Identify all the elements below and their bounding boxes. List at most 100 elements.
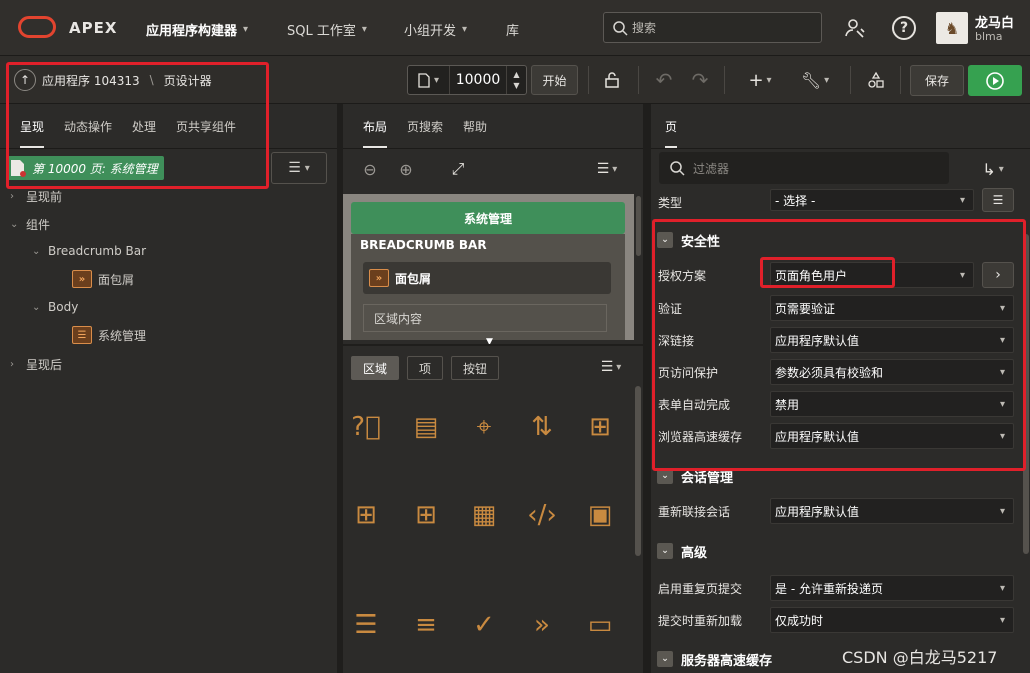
create-plus-icon[interactable]: + ▾ xyxy=(744,68,776,92)
collapse-icon: ⌄ xyxy=(657,543,673,559)
select-value: 是 - 允许重新投递页 xyxy=(775,581,883,596)
canvas-breadcrumb-label: 面包屑 xyxy=(395,271,432,286)
tab-page-properties[interactable]: 页 xyxy=(655,104,687,148)
tree-label: Breadcrumb Bar xyxy=(48,244,147,258)
list-view-icon[interactable]: ☰ xyxy=(349,608,383,642)
property-label: 类型 xyxy=(658,195,683,210)
collapse-icon: ⌄ xyxy=(657,651,673,667)
tab-help[interactable]: 帮助 xyxy=(453,104,497,148)
property-filter-input[interactable]: 过滤器 xyxy=(659,152,949,184)
menu-label: 库 xyxy=(506,24,520,39)
page-number-value[interactable]: 10000 xyxy=(450,72,506,88)
form-region-icon[interactable]: ▤ xyxy=(409,410,443,444)
tree-node-breadcrumb-bar[interactable]: ⌄ Breadcrumb Bar xyxy=(32,244,146,258)
static-content-icon[interactable]: ▣ xyxy=(583,498,617,532)
chevron-down-icon: ▾ xyxy=(999,582,1005,594)
tab-page-search[interactable]: 页搜索 xyxy=(397,104,453,148)
rendering-panel: 呈现 动态操作 处理 页共享组件 第 10000 页: 系统管理 ☰ ▾ › 呈现前… xyxy=(0,104,337,673)
sort-list-region-icon[interactable]: ⇅ xyxy=(525,410,559,444)
undo-icon[interactable]: ↶ xyxy=(652,68,676,92)
page-number-stepper[interactable]: ▲ ▼ xyxy=(506,66,526,94)
tree-label: 呈现后 xyxy=(26,358,63,372)
section-title: 高级 xyxy=(681,545,708,561)
interactive-report-icon[interactable]: ⊞ xyxy=(409,498,443,532)
canvas-region-content[interactable]: 区域内容 xyxy=(363,304,607,332)
chevron-down-icon: ⌄ xyxy=(32,301,41,313)
expand-icon[interactable]: ⤢ xyxy=(447,158,469,180)
chevron-down-icon: ▾ xyxy=(361,24,367,35)
canvas-breadcrumb-bar[interactable]: BREADCRUMB BAR » 面包屑 区域内容 xyxy=(351,234,625,340)
list-options-button[interactable]: ☰ xyxy=(982,188,1014,212)
menu-label: 应用程序构建器 xyxy=(146,24,238,39)
gallery-panel: 区域 项 按钮 ☰ ▾ ?⃝ ▤ ⌖ ⇅ ⊞ ⊞ ⊞ ▦ ‹/› ▣ ☰ ≡ ✓ … xyxy=(343,346,643,673)
reload-on-submit-select[interactable]: 仅成功时 ▾ xyxy=(770,607,1014,633)
menu-team-development[interactable]: 小组开发 ▾ xyxy=(404,20,467,39)
tree-region-icon[interactable]: ≡ xyxy=(409,608,443,642)
go-button[interactable]: 开始 xyxy=(531,65,578,95)
lock-icon[interactable] xyxy=(600,68,624,92)
redo-icon[interactable]: ↷ xyxy=(688,68,712,92)
utilities-wrench-icon[interactable]: 🔧︎ ▾ xyxy=(798,68,832,92)
tree-node-after-rendering[interactable]: › 呈现后 xyxy=(10,356,62,373)
page-document-icon[interactable]: ▾ xyxy=(408,66,450,94)
gallery-menu-button[interactable]: ☰ ▾ xyxy=(593,356,629,378)
select-value: 仅成功时 xyxy=(775,613,824,628)
tree-label: 面包屑 xyxy=(98,272,135,287)
chevron-down-icon: ▾ xyxy=(959,194,965,206)
apex-brand[interactable]: APEX xyxy=(69,19,117,37)
save-button[interactable]: 保存 xyxy=(910,65,964,96)
zoom-out-icon[interactable]: ⊖ xyxy=(359,158,381,180)
user-id: blma xyxy=(975,30,1003,43)
tree-label: 组件 xyxy=(26,218,51,232)
rejoin-sessions-select[interactable]: 应用程序默认值 ▾ xyxy=(770,498,1014,524)
menu-gallery[interactable]: 库 xyxy=(506,20,519,39)
property-label: 提交时重新加载 xyxy=(658,613,743,628)
filter-placeholder: 过滤器 xyxy=(693,161,730,176)
help-text-region-icon[interactable]: ?⃝ xyxy=(349,410,383,444)
canvas-breadcrumb[interactable]: » 面包屑 xyxy=(363,262,611,294)
map-region-icon[interactable]: ⌖ xyxy=(467,410,501,444)
top-navigation-bar: APEX 应用程序构建器 ▾ SQL 工作室 ▾ 小组开发 ▾ 库 搜索 ? ♞ 龙马… xyxy=(0,0,1030,56)
gallery-tab-regions[interactable]: 区域 xyxy=(351,356,399,380)
classic-report-icon[interactable]: ▦ xyxy=(467,498,501,532)
run-page-button[interactable] xyxy=(968,65,1022,96)
list-region-icon: ☰ xyxy=(72,326,92,344)
global-search-input[interactable]: 搜索 xyxy=(603,12,822,43)
section-advanced[interactable]: ⌄ 高级 xyxy=(651,537,1015,565)
layout-menu-button[interactable]: ☰ ▾ xyxy=(589,158,625,180)
interactive-grid-icon[interactable]: ⊞ xyxy=(349,498,383,532)
gallery-tab-items[interactable]: 项 xyxy=(407,356,443,380)
tab-layout[interactable]: 布局 xyxy=(353,104,397,148)
help-icon[interactable]: ? xyxy=(892,16,916,40)
page-number-selector[interactable]: ▾ 10000 ▲ ▼ xyxy=(407,65,527,95)
search-icon xyxy=(670,161,685,176)
pl-sql-region-icon[interactable]: ‹/› xyxy=(525,498,559,532)
tree-node-before-rendering[interactable]: › 呈现前 xyxy=(10,188,62,205)
tree-node-system-admin[interactable]: ☰ 系统管理 xyxy=(72,326,146,344)
avatar[interactable]: ♞ xyxy=(936,12,968,44)
checklist-icon[interactable]: ✓ xyxy=(467,608,501,642)
oracle-logo-icon[interactable] xyxy=(18,16,56,38)
canvas-scrollbar[interactable] xyxy=(636,196,641,256)
annotation-box-left xyxy=(6,62,269,189)
goto-group-icon[interactable]: ↳ ▾ xyxy=(975,158,1011,180)
zoom-in-icon[interactable]: ⊕ xyxy=(395,158,417,180)
gallery-tab-buttons[interactable]: 按钮 xyxy=(451,356,499,380)
chevron-down-icon: ⌄ xyxy=(32,245,41,257)
window-region-icon[interactable]: ▭ xyxy=(583,608,617,642)
user-settings-icon[interactable] xyxy=(843,16,867,40)
canvas-title-region[interactable]: 系统管理 xyxy=(351,202,625,234)
menu-app-builder[interactable]: 应用程序构建器 ▾ xyxy=(146,20,248,39)
type-select[interactable]: - 选择 - ▾ xyxy=(770,189,974,211)
tree-node-body[interactable]: ⌄ Body xyxy=(32,300,78,314)
gallery-scrollbar[interactable] xyxy=(635,386,641,556)
breadcrumb-gallery-icon[interactable]: » xyxy=(525,608,559,642)
duplicate-submission-select[interactable]: 是 - 允许重新投递页 ▾ xyxy=(770,575,1014,601)
tree-menu-button[interactable]: ☰ ▾ xyxy=(271,152,327,184)
chevron-down-icon: ⌄ xyxy=(10,219,19,230)
menu-sql-workshop[interactable]: SQL 工作室 ▾ xyxy=(287,20,367,39)
tree-node-components[interactable]: ⌄ 组件 xyxy=(10,216,50,233)
tree-node-breadcrumb[interactable]: » 面包屑 xyxy=(72,270,134,288)
faceted-search-icon[interactable]: ⊞ xyxy=(583,410,617,444)
shared-components-icon[interactable] xyxy=(864,68,888,92)
